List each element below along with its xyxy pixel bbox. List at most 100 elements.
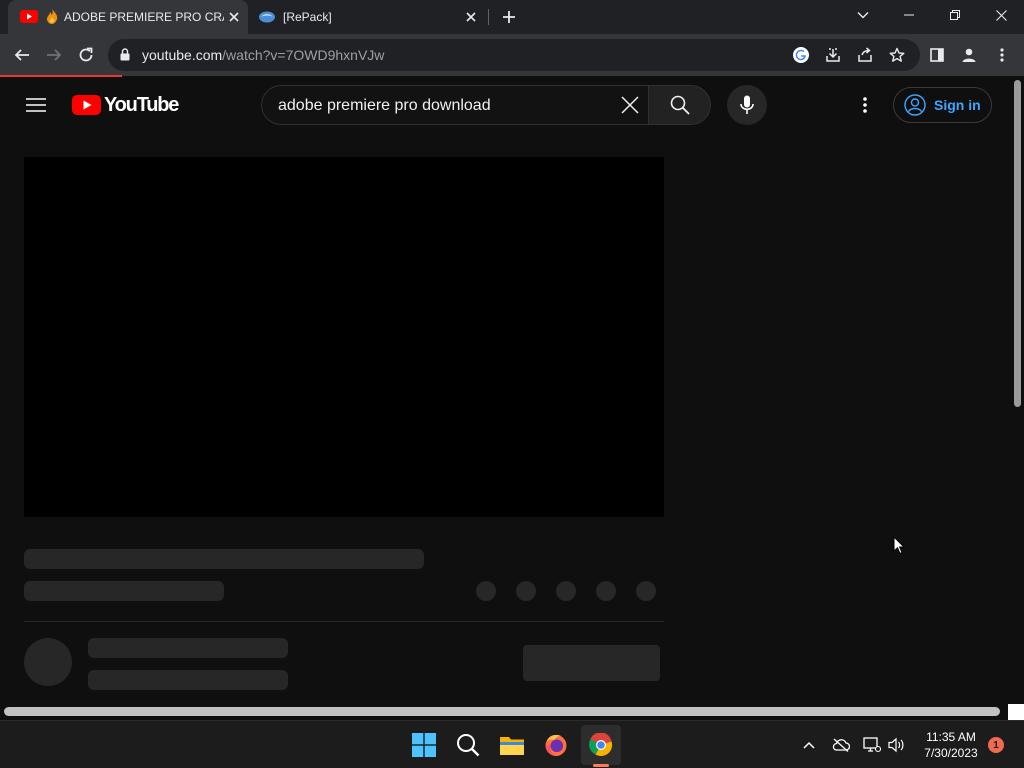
- reload-icon: [79, 47, 93, 62]
- speaker-icon: [888, 737, 904, 753]
- tab-title: ADOBE PREMIERE PRO CRACK: [64, 10, 224, 24]
- side-panel-button[interactable]: [928, 46, 946, 64]
- action-button-placeholder: [556, 581, 576, 601]
- microphone-icon: [740, 95, 754, 114]
- scrollbar-corner: [1008, 704, 1024, 720]
- windows-logo-icon: [412, 733, 436, 757]
- horizontal-scrollbar-thumb[interactable]: [4, 707, 1000, 716]
- search-query-text: adobe premiere pro download: [278, 97, 491, 114]
- title-placeholder: [24, 549, 424, 569]
- minimize-icon: [904, 14, 914, 16]
- voice-search-button[interactable]: [727, 85, 767, 125]
- action-button-placeholder: [596, 581, 616, 601]
- tab-search-button[interactable]: [840, 0, 886, 30]
- windows-taskbar: 11:35 AM 7/30/2023 1: [0, 720, 1024, 768]
- profile-button[interactable]: [959, 45, 979, 65]
- reload-button[interactable]: [72, 41, 100, 69]
- close-window-button[interactable]: [978, 0, 1024, 30]
- channel-name-placeholder: [88, 638, 288, 658]
- cloud-offline-icon: [832, 738, 850, 752]
- chevron-down-icon: [857, 12, 869, 19]
- youtube-masthead: YouTube adobe premiere pro download Sign…: [0, 77, 1012, 133]
- lock-icon: [120, 48, 130, 61]
- close-icon: [995, 9, 1007, 21]
- search-input[interactable]: adobe premiere pro download: [261, 85, 649, 125]
- install-app-icon[interactable]: [825, 47, 841, 63]
- new-tab-button[interactable]: [499, 7, 519, 27]
- forward-button[interactable]: [40, 41, 68, 69]
- subscriber-count-placeholder: [88, 670, 288, 690]
- search-button[interactable]: [648, 85, 711, 125]
- folder-icon: [500, 737, 524, 755]
- search-icon: [457, 734, 480, 757]
- url-path: /watch?v=7OWD9hxnVJw: [222, 47, 385, 63]
- back-button[interactable]: [8, 41, 36, 69]
- bookmark-star-icon[interactable]: [889, 47, 905, 63]
- action-button-placeholder: [516, 581, 536, 601]
- chevron-up-icon: [803, 741, 815, 749]
- vertical-scrollbar-thumb[interactable]: [1014, 80, 1021, 407]
- file-explorer-button[interactable]: [492, 725, 532, 765]
- chrome-button[interactable]: [581, 725, 621, 765]
- active-app-indicator: [593, 764, 609, 767]
- guide-menu-button[interactable]: [24, 93, 48, 117]
- start-button[interactable]: [404, 725, 444, 765]
- network-icon: [863, 737, 881, 753]
- action-button-placeholder: [476, 581, 496, 601]
- browser-menu-button[interactable]: [994, 45, 1010, 65]
- action-button-placeholder: [636, 581, 656, 601]
- clock-time: 11:35 AM: [926, 730, 976, 744]
- section-divider: [24, 621, 664, 622]
- arrow-left-icon: [14, 49, 29, 61]
- fire-emoji-icon: [46, 9, 58, 24]
- volume-button[interactable]: [887, 735, 907, 755]
- share-icon[interactable]: [857, 47, 873, 63]
- side-panel-icon: [930, 48, 944, 62]
- kebab-menu-icon: [1000, 48, 1004, 62]
- browser-tab-strip: ADOBE PREMIERE PRO CRACK [RePack]: [0, 0, 1024, 34]
- plus-icon: [503, 11, 515, 23]
- taskbar-search-button[interactable]: [448, 725, 488, 765]
- youtube-logo[interactable]: YouTube: [72, 93, 179, 117]
- url-text: youtube.com/watch?v=7OWD9hxnVJw: [142, 47, 384, 63]
- url-host: youtube.com: [142, 47, 223, 63]
- minimize-button[interactable]: [886, 0, 932, 30]
- firefox-icon: [545, 734, 567, 756]
- google-lens-icon[interactable]: [793, 47, 809, 63]
- person-icon: [962, 48, 976, 62]
- restore-button[interactable]: [932, 0, 978, 30]
- address-bar[interactable]: youtube.com/watch?v=7OWD9hxnVJw: [108, 39, 920, 71]
- kebab-menu-icon: [863, 97, 867, 113]
- subscribe-button-placeholder: [523, 645, 660, 681]
- site-favicon-icon: [258, 10, 276, 24]
- clock-date: 7/30/2023: [924, 746, 978, 760]
- network-button[interactable]: [862, 735, 882, 755]
- search-icon: [670, 95, 690, 115]
- mouse-cursor-icon: [893, 536, 905, 555]
- tab-youtube[interactable]: ADOBE PREMIERE PRO CRACK: [8, 0, 248, 34]
- youtube-play-icon: [72, 95, 101, 115]
- account-circle-icon: [904, 94, 926, 116]
- settings-menu-button[interactable]: [856, 95, 874, 115]
- tab-title: [RePack]: [283, 10, 332, 24]
- sign-in-button[interactable]: Sign in: [893, 87, 992, 123]
- channel-info-placeholder: [24, 581, 224, 601]
- video-player[interactable]: [24, 157, 664, 517]
- youtube-favicon-icon: [20, 10, 38, 23]
- tab-separator: [488, 9, 489, 25]
- show-hidden-icons-button[interactable]: [799, 735, 819, 755]
- restore-icon: [950, 10, 960, 20]
- sign-in-label: Sign in: [934, 97, 981, 113]
- system-clock[interactable]: 11:35 AM 7/30/2023: [916, 729, 986, 761]
- clear-search-icon[interactable]: [621, 96, 639, 114]
- arrow-right-icon: [47, 49, 62, 61]
- tab-close-icon[interactable]: [463, 9, 479, 25]
- youtube-wordmark: YouTube: [104, 93, 179, 116]
- firefox-button[interactable]: [536, 725, 576, 765]
- channel-avatar-placeholder: [24, 638, 72, 686]
- hamburger-menu-icon: [26, 98, 46, 112]
- notification-badge[interactable]: 1: [988, 737, 1004, 753]
- tab-close-icon[interactable]: [226, 9, 242, 25]
- tab-repack[interactable]: [RePack]: [248, 0, 488, 34]
- onedrive-button[interactable]: [831, 735, 851, 755]
